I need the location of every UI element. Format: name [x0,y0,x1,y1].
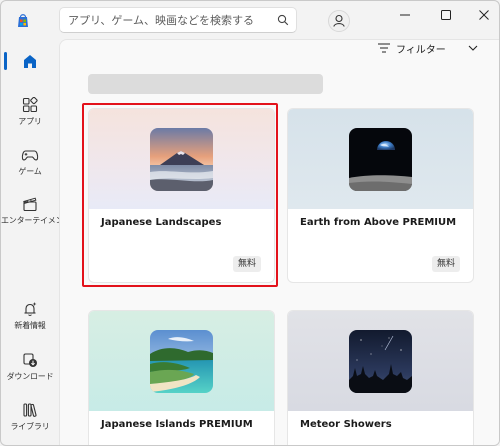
sidebar-item-apps[interactable]: アプリ [1,97,59,127]
islands-thumbnail [150,330,213,393]
sidebar-item-label: アプリ [18,117,42,126]
sidebar-item-games[interactable]: ゲーム [1,147,59,177]
sidebar-item-label: ダウンロード [6,372,54,381]
search-icon[interactable] [277,14,289,26]
theme-card-japanese-islands[interactable]: Japanese Islands PREMIUM [88,310,275,445]
gamepad-icon [21,150,39,161]
earth-rise-thumbnail [349,128,412,191]
sidebar-item-library[interactable]: ライブラリ [1,402,59,432]
filter-button[interactable]: フィルター [378,40,478,56]
store-window: アプリ ゲーム エンターテイメント [0,0,500,446]
search-input[interactable] [68,12,268,29]
minimize-icon [400,14,410,16]
sidebar-item-label: 新着情報 [14,321,46,330]
bell-sparkle-icon [24,302,37,316]
sidebar-item-home[interactable] [1,53,59,69]
filter-icon [378,43,390,53]
sidebar-item-label: ライブラリ [10,422,50,431]
search-box[interactable] [59,7,297,33]
theme-card-meteor-showers[interactable]: Meteor Showers [287,310,474,445]
card-title: Earth from Above PREMIUM [300,217,457,228]
download-icon [23,353,37,367]
maximize-button[interactable] [432,5,460,25]
selection-highlight [82,103,278,287]
filter-label: フィルター [396,44,446,56]
section-title-placeholder [88,74,323,94]
theme-card-earth-from-above[interactable]: Earth from Above PREMIUM 無料 [287,108,474,283]
close-button[interactable] [470,5,498,25]
home-icon [24,55,36,68]
minimize-button[interactable] [391,5,419,25]
account-avatar-icon[interactable] [328,10,350,32]
maximize-icon [441,10,451,20]
clapperboard-icon [23,197,37,212]
meteor-night-sky-thumbnail [349,330,412,393]
sidebar-item-whats-new[interactable]: 新着情報 [1,301,59,331]
sidebar-item-label: ゲーム [18,167,42,176]
sidebar-item-downloads[interactable]: ダウンロード [1,352,59,382]
sidebar-item-label: エンターテイメント [1,216,72,225]
store-app-icon [18,14,28,27]
chevron-down-icon [468,45,478,51]
apps-icon [22,97,38,113]
close-icon [479,10,489,20]
sidebar-nav: アプリ ゲーム エンターテイメント 新着情報 ダウンロード ライブラリ [1,39,72,445]
card-title: Japanese Islands PREMIUM [101,419,253,430]
price-badge: 無料 [431,256,460,272]
sidebar-item-entertainment[interactable]: エンターテイメント [1,196,72,226]
card-title: Meteor Showers [300,419,392,430]
title-bar [1,1,499,39]
library-icon [23,403,37,417]
